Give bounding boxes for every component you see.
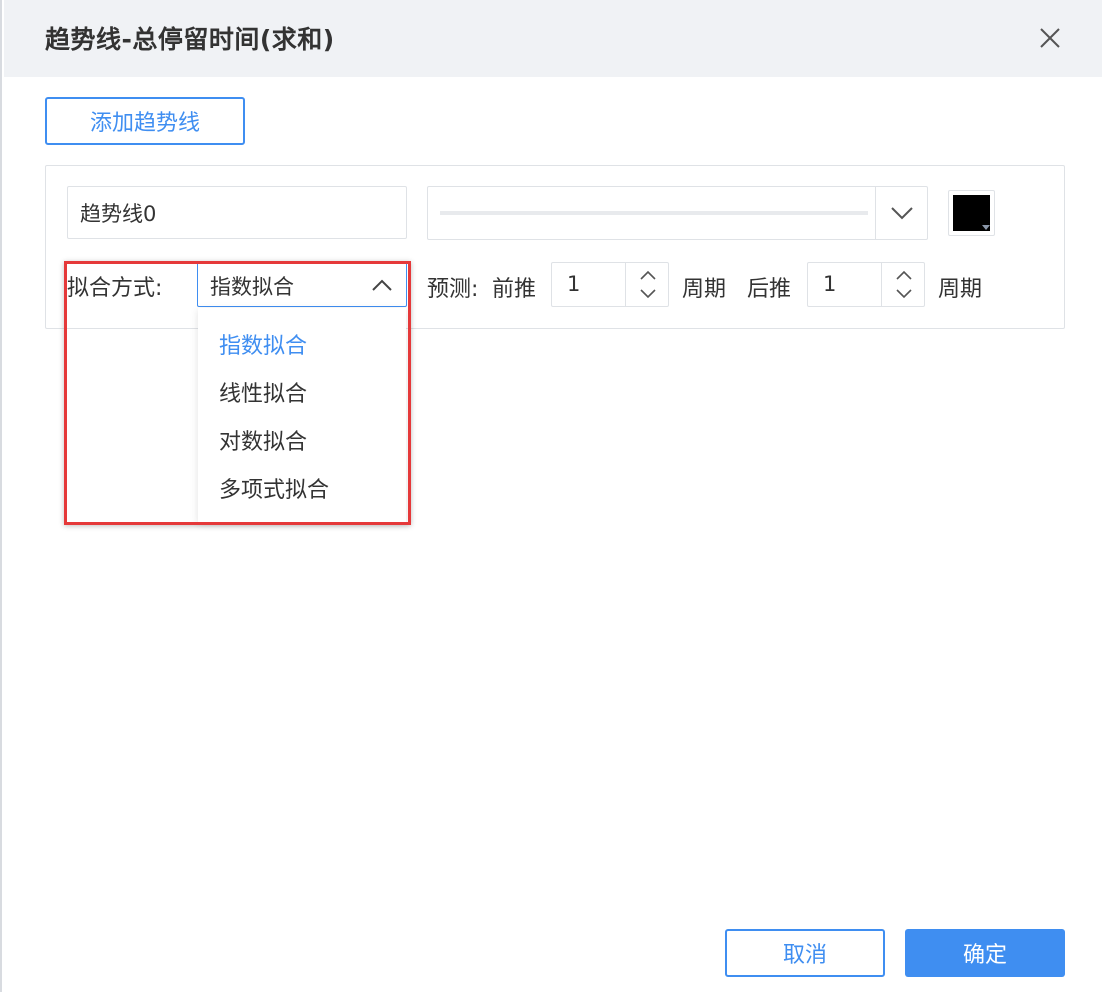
chevron-down-icon[interactable] [892,286,916,302]
fit-method-label: 拟合方式: [67,276,163,301]
forward-label: 前推 [492,277,537,302]
dropdown-option-linear[interactable]: 线性拟合 [219,376,307,408]
trendline-dialog: 趋势线-总停留时间(求和) 添加趋势线 趋势线0 拟合方式: 指数拟合 预测: … [0,0,1102,992]
backward-label: 后推 [747,277,792,302]
dropdown-option-exponential[interactable]: 指数拟合 [219,328,307,360]
dropdown-option-logarithmic[interactable]: 对数拟合 [219,424,307,456]
chevron-down-icon[interactable] [636,286,660,302]
backward-period-value[interactable]: 1 [823,272,836,296]
stepper-divider [625,263,626,306]
chevron-up-icon[interactable] [892,267,916,283]
trendline-name-input[interactable]: 趋势线0 [67,186,407,239]
dialog-title: 趋势线-总停留时间(求和) [45,25,335,54]
chevron-up-icon[interactable] [636,267,660,283]
fit-method-dropdown: 指数拟合 线性拟合 对数拟合 多项式拟合 [198,308,406,522]
line-style-select[interactable] [427,186,928,240]
forward-period-value[interactable]: 1 [567,272,580,296]
chevron-down-icon[interactable] [888,203,916,223]
forward-unit-label: 周期 [682,277,727,302]
backward-period-stepper[interactable]: 1 [807,262,925,307]
line-style-divider [875,187,876,239]
backward-unit-label: 周期 [938,277,983,302]
forward-period-stepper[interactable]: 1 [551,262,669,307]
ok-button[interactable]: 确定 [905,929,1065,977]
color-picker[interactable] [948,190,995,236]
dialog-header: 趋势线-总停留时间(求和) [4,0,1102,77]
line-style-preview [440,211,868,215]
caret-down-icon [982,225,990,230]
fit-method-select[interactable]: 指数拟合 [197,262,407,307]
dropdown-option-polynomial[interactable]: 多项式拟合 [219,472,329,504]
chevron-up-icon [370,276,394,294]
stepper-divider [881,263,882,306]
close-icon[interactable] [1034,22,1066,54]
forecast-label: 预测: [427,277,479,302]
fit-method-value: 指数拟合 [210,275,294,299]
add-trendline-button[interactable]: 添加趋势线 [45,97,245,145]
cancel-button[interactable]: 取消 [725,929,885,977]
